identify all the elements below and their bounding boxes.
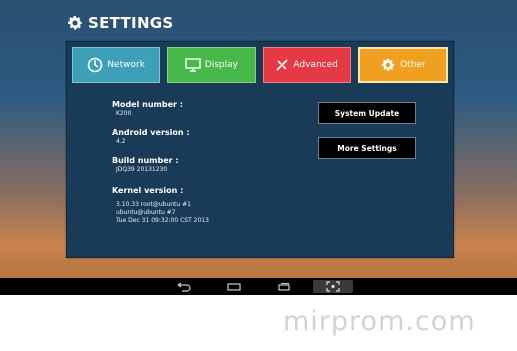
tab-label: Other	[400, 60, 426, 70]
tab-label: Advanced	[293, 60, 338, 70]
tab-other[interactable]: Other	[357, 47, 448, 83]
home-button[interactable]	[222, 280, 246, 293]
tab-label: Network	[107, 60, 145, 70]
system-update-button[interactable]: System Update	[318, 102, 416, 124]
model-number-value: K200	[116, 110, 132, 117]
recent-apps-icon	[276, 277, 292, 296]
gear-icon	[380, 57, 396, 73]
kernel-version-line: Tue Dec 31 09:32:00 CST 2013	[116, 217, 209, 224]
home-icon	[226, 277, 242, 296]
tab-advanced[interactable]: Advanced	[262, 47, 351, 83]
screenshot-icon	[326, 277, 340, 296]
page-title: SETTINGS	[88, 14, 174, 32]
screenshot-button[interactable]	[313, 280, 353, 293]
device-info: Model number : K200 Android version : 4.…	[112, 100, 190, 184]
advanced-icon	[275, 58, 289, 72]
recent-apps-button[interactable]	[272, 280, 296, 293]
kernel-version-line: 3.10.33 root@ubuntu #1	[116, 201, 191, 208]
tab-network[interactable]: Network	[72, 47, 161, 83]
watermark: mirprom.com	[283, 306, 476, 337]
gear-icon	[66, 14, 84, 32]
android-version-label: Android version :	[112, 128, 190, 137]
back-icon	[176, 277, 192, 296]
kernel-info: Kernel version : 3.10.33 root@ubuntu #1 …	[112, 186, 209, 225]
navigation-bar	[0, 278, 517, 295]
more-settings-button[interactable]: More Settings	[318, 137, 416, 159]
kernel-version-line: ubuntu@ubuntu #7	[116, 209, 176, 216]
tab-label: Display	[204, 60, 238, 70]
display-icon	[185, 58, 201, 72]
build-number-value: JDQ39 20131230	[116, 166, 168, 173]
back-button[interactable]	[172, 280, 196, 293]
settings-header: SETTINGS	[66, 14, 174, 32]
tab-display[interactable]: Display	[167, 47, 256, 83]
build-number-label: Build number :	[112, 156, 179, 165]
model-number-label: Model number :	[112, 100, 183, 109]
tab-bar: Network Display Advanced Other	[72, 47, 448, 83]
settings-panel: Network Display Advanced Other Model num…	[66, 41, 454, 258]
android-version-value: 4.2	[116, 138, 126, 145]
network-icon	[87, 57, 103, 73]
kernel-version-label: Kernel version :	[112, 186, 184, 195]
tv-screen: SETTINGS Network Display Advanced Other …	[0, 0, 517, 278]
